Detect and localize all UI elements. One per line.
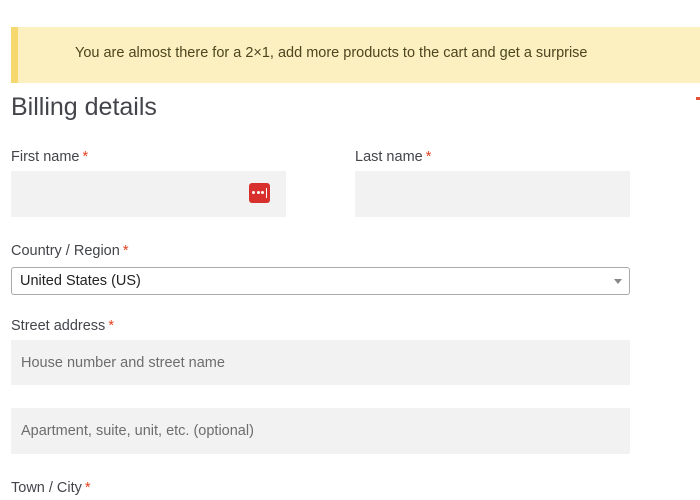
required-marker: * [425,149,432,165]
pw-dot [252,191,255,194]
required-marker: * [122,243,129,259]
city-label-text: Town / City [11,480,82,496]
checkout-page: You are almost there for a 2×1, add more… [0,0,700,500]
country-selected-value: United States (US) [20,273,141,289]
country-select[interactable]: United States (US) [11,267,630,295]
cart-notice-text: You are almost there for a 2×1, add more… [75,45,588,61]
last-name-label: Last name * [355,149,431,165]
pw-dot [256,191,260,194]
cart-notice-banner: You are almost there for a 2×1, add more… [11,27,700,83]
required-marker: * [84,480,91,496]
chevron-down-icon [614,279,622,284]
street-address-label: Street address * [11,318,114,334]
first-name-label-text: First name [11,149,80,165]
first-name-input[interactable] [11,171,286,217]
first-name-label: First name * [11,149,88,165]
street-line1-placeholder: House number and street name [21,354,225,371]
street-address-line1-input[interactable]: House number and street name [11,340,630,385]
country-label-text: Country / Region [11,243,120,259]
pw-cursor [265,188,267,198]
pw-dot [261,191,264,194]
required-marker: * [82,149,89,165]
street-line2-placeholder: Apartment, suite, unit, etc. (optional) [21,423,254,439]
street-address-label-text: Street address [11,318,106,334]
last-name-label-text: Last name [355,149,423,165]
last-name-input[interactable] [355,171,630,217]
city-label: Town / City * [11,480,91,496]
country-label: Country / Region * [11,243,128,259]
right-edge-mark [696,97,700,100]
billing-details-heading: Billing details [11,93,157,121]
street-address-line2-input[interactable]: Apartment, suite, unit, etc. (optional) [11,408,630,454]
password-manager-icon[interactable] [249,183,270,203]
required-marker: * [108,318,114,334]
